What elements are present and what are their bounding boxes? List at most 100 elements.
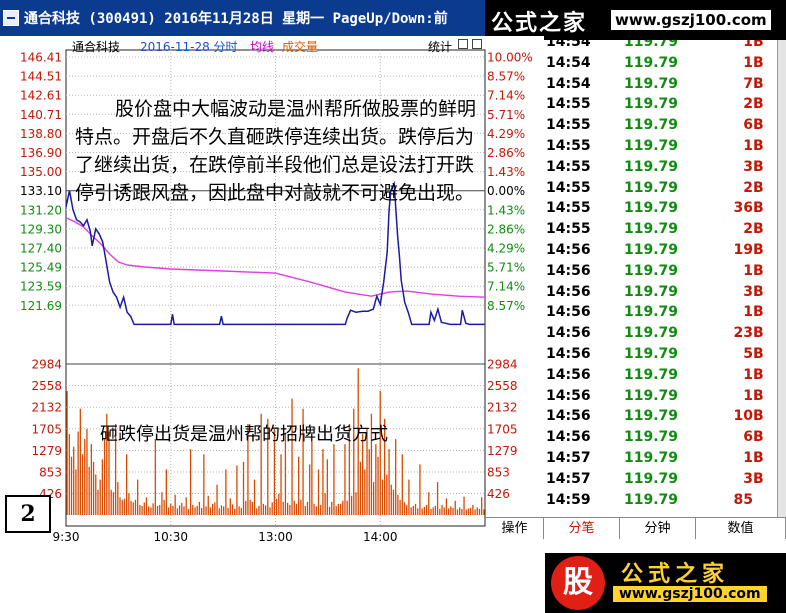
trade-side: B: [753, 387, 764, 404]
trade-side: B: [753, 75, 764, 92]
trade-row[interactable]: 14:55 119.79 3 B: [544, 157, 777, 178]
tab-0[interactable]: 操作: [486, 518, 544, 539]
price-tick-label: 127.40: [20, 242, 62, 256]
app-icon[interactable]: [3, 10, 19, 26]
trade-volume: 3: [743, 283, 753, 300]
trade-time: 14:56: [546, 262, 591, 279]
trade-volume: 2: [743, 179, 753, 196]
trade-list[interactable]: 14:54 119.79 1 B 14:54 119.79 1 B 14:54 119.79 7 B 1…: [544, 40, 777, 517]
checkbox-1[interactable]: [458, 39, 468, 49]
trade-volume: 1: [743, 138, 753, 154]
trade-row[interactable]: 14:56 119.79 6 B: [544, 427, 777, 448]
trade-time: 14:54: [546, 54, 591, 71]
brand-banner: 公式之家 www.gszj100.com: [485, 0, 786, 40]
annotation-sub: 砸跌停出货是温州帮的招牌出货方式: [100, 424, 388, 445]
pct-tick-label: 2.86%: [487, 222, 525, 236]
trade-time: 14:56: [546, 387, 591, 404]
trade-price: 119.79: [624, 242, 679, 258]
trade-side: B: [753, 262, 764, 279]
price-tick-label: 135.00: [20, 165, 62, 179]
trade-row[interactable]: 14:54 119.79 7 B: [544, 74, 777, 95]
volume-tick-label: 2132: [31, 401, 62, 415]
trade-volume: 6: [743, 117, 753, 134]
trade-row[interactable]: 14:56 119.79 1 B: [544, 261, 777, 282]
intraday-chart-panel[interactable]: 146.41 10.00% 144.51 8.57% 142.61 7.14% 140.71…: [0, 36, 544, 542]
volume-toggle[interactable]: 成交量: [282, 38, 318, 55]
stock-name: 通合科技: [72, 40, 121, 54]
volume-tick-label: 2558: [31, 379, 62, 393]
tab-3[interactable]: 数值: [696, 518, 786, 539]
trade-row[interactable]: 14:59 119.79 85: [544, 490, 777, 511]
trade-row[interactable]: 14:56 119.79 19 B: [544, 240, 777, 261]
pct-tick-label: 5.71%: [487, 108, 525, 122]
trade-row[interactable]: 14:57 119.79 1 B: [544, 448, 777, 469]
price-tick-label: 142.61: [20, 89, 62, 103]
trade-side: B: [753, 200, 764, 217]
pct-tick-label: 1.43%: [487, 203, 525, 217]
trade-volume: 5: [743, 346, 753, 362]
trade-volume: 85: [733, 491, 753, 508]
volume-tick-label-right: 1705: [487, 422, 518, 436]
trade-row[interactable]: 14:57 119.79 3 B: [544, 469, 777, 490]
trade-volume: 3: [743, 158, 753, 175]
time-tick-label: 14:00: [363, 530, 398, 542]
trade-volume: 2: [743, 221, 753, 238]
checkbox-2[interactable]: [472, 39, 482, 49]
trade-row[interactable]: 14:56 119.79 1 B: [544, 386, 777, 407]
trade-row[interactable]: 14:56 119.79 1 B: [544, 365, 777, 386]
pct-tick-label: 10.00%: [487, 51, 533, 65]
price-tick-label: 136.90: [20, 146, 62, 160]
app-window: 通合科技 (300491) 2016年11月28日 星期一 PageUp/Dow…: [0, 0, 786, 613]
trade-row[interactable]: 14:55 119.79 1 B: [544, 136, 777, 157]
trade-row[interactable]: 14:55 119.79 6 B: [544, 115, 777, 136]
tab-1[interactable]: 分笔: [544, 518, 620, 539]
trade-row[interactable]: 14:56 119.79 1 B: [544, 302, 777, 323]
trade-price: 119.79: [624, 40, 679, 50]
trade-side: B: [753, 179, 764, 196]
price-tick-label: 144.51: [20, 70, 62, 84]
volume-tick-label-right: 2132: [487, 401, 518, 415]
trade-time: 14:55: [546, 179, 591, 196]
trade-volume: 1: [743, 304, 753, 321]
trade-time: 14:59: [546, 491, 591, 508]
trade-price: 119.79: [624, 429, 679, 446]
trade-price: 119.79: [624, 117, 679, 134]
trade-row[interactable]: 14:56 119.79 10 B: [544, 406, 777, 427]
trade-price: 119.79: [624, 200, 679, 217]
tab-2[interactable]: 分钟: [620, 518, 696, 539]
trade-volume: 1: [743, 54, 753, 71]
trade-price: 119.79: [624, 283, 679, 300]
time-tick-label: 13:00: [258, 530, 293, 542]
avg-line-toggle[interactable]: 均线: [250, 38, 274, 55]
pct-tick-label: 0.00%: [487, 184, 525, 198]
trade-row[interactable]: 14:56 119.79 3 B: [544, 282, 777, 303]
trade-side: B: [753, 346, 764, 362]
trade-row[interactable]: 14:56 119.79 5 B: [544, 344, 777, 365]
trade-row[interactable]: 14:54 119.79 1 B: [544, 53, 777, 74]
trade-price: 119.79: [624, 325, 679, 342]
date-label: 2016-11-28 分时: [140, 40, 238, 54]
trade-list-scrollbar[interactable]: [777, 40, 786, 517]
trade-row[interactable]: 14:56 119.79 23 B: [544, 323, 777, 344]
trade-time: 14:55: [546, 117, 591, 134]
price-tick-label: 129.30: [20, 222, 62, 236]
trade-side: B: [753, 158, 764, 175]
trade-time: 14:54: [546, 75, 591, 92]
trade-row[interactable]: 14:55 119.79 36 B: [544, 198, 777, 219]
trade-row[interactable]: 14:54 119.79 1 B: [544, 40, 777, 53]
trade-row[interactable]: 14:55 119.79 2 B: [544, 219, 777, 240]
trade-side: B: [753, 304, 764, 321]
trade-side: B: [753, 283, 764, 300]
trade-volume: 6: [743, 429, 753, 446]
trade-volume: 1: [743, 387, 753, 404]
trade-volume: 19: [733, 242, 753, 258]
stat-button[interactable]: 统计: [428, 38, 452, 55]
trade-row[interactable]: 14:55 119.79 2 B: [544, 94, 777, 115]
trade-row[interactable]: 14:55 119.79 2 B: [544, 178, 777, 199]
price-tick-label: 133.10: [20, 184, 62, 198]
volume-tick-label-right: 426: [487, 487, 510, 501]
volume-tick-label: 853: [39, 466, 62, 480]
volume-tick-label-right: 853: [487, 466, 510, 480]
trade-time: 14:56: [546, 242, 591, 258]
trade-price: 119.79: [624, 491, 679, 508]
